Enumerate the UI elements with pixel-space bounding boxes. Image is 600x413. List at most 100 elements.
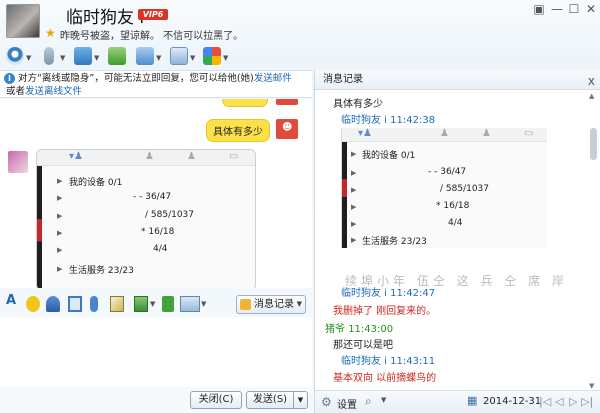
history-entry-header: 临时狗友 i 11:42:38 bbox=[341, 111, 435, 126]
scroll-up-icon[interactable]: ▲ bbox=[589, 92, 594, 100]
expand-arrow-icon: ▶ bbox=[351, 236, 357, 244]
screen-share-icon[interactable] bbox=[108, 47, 126, 65]
folder-transfer-icon[interactable] bbox=[74, 47, 92, 65]
remote-assist-icon[interactable] bbox=[136, 47, 154, 65]
video-call-icon[interactable] bbox=[6, 47, 24, 65]
send-button[interactable]: 发送(S) bbox=[246, 391, 294, 409]
self-avatar[interactable]: ☻ bbox=[276, 119, 298, 139]
group-icon: ♟ bbox=[145, 151, 154, 162]
screenshot-row: 4/4 bbox=[448, 218, 463, 228]
expand-arrow-icon: ▶ bbox=[57, 265, 63, 273]
chevron-down-icon[interactable]: ▼ bbox=[223, 54, 228, 62]
message-history-label: 消息记录 bbox=[254, 299, 294, 310]
calendar-icon[interactable]: ▦ bbox=[467, 394, 477, 407]
microphone-icon[interactable] bbox=[44, 47, 54, 65]
next-page-icon[interactable]: ▷ bbox=[569, 395, 577, 408]
self-avatar[interactable] bbox=[276, 99, 298, 105]
info-icon: i bbox=[4, 73, 15, 84]
vip-badge[interactable]: VIP6 bbox=[138, 9, 168, 20]
gear-icon[interactable]: ⚙ bbox=[321, 395, 332, 409]
chevron-down-icon[interactable]: ▼ bbox=[201, 300, 206, 308]
history-entry-header: 临时狗友 i 11:43:11 bbox=[341, 352, 435, 367]
notice-text: 或者 bbox=[6, 86, 26, 97]
sender-name: 临时狗友 i bbox=[341, 115, 387, 126]
history-date[interactable]: 2014-12-31 bbox=[483, 396, 541, 407]
history-message: 基本双向 以前摘蝶鸟的 bbox=[333, 373, 437, 384]
discussion-icon: ♟ bbox=[187, 151, 196, 162]
expand-arrow-icon: ▶ bbox=[351, 169, 357, 177]
close-button[interactable]: 关闭(C) bbox=[190, 391, 242, 409]
minimize-icon[interactable]: — bbox=[549, 2, 565, 16]
history-screenshot-image[interactable]: ▾♟ ♟ ♟ ▭ ▶ 我的设备 0/1 ▶ - - 36/47 ▶ / 585/… bbox=[341, 128, 547, 248]
screenshot-tabstrip: ▾♟ ♟ ♟ ▭ bbox=[37, 150, 255, 166]
sender-name: 猪爷 bbox=[325, 324, 345, 335]
screenshot-tool-icon[interactable] bbox=[180, 296, 200, 312]
edit-note-icon[interactable] bbox=[110, 296, 124, 312]
screenshot-row: 我的设备 0/1 bbox=[362, 151, 416, 161]
skin-icon[interactable]: ▣ bbox=[531, 2, 547, 16]
chevron-down-icon[interactable]: ▼ bbox=[381, 396, 386, 404]
screenshot-row: - - 36/47 bbox=[133, 192, 172, 202]
font-icon[interactable]: A bbox=[6, 293, 18, 309]
window-shake-icon[interactable] bbox=[68, 296, 82, 312]
notice-text: 对方“离线或隐身”，可能无法立即回复，您可以给他(她) bbox=[18, 73, 254, 84]
voice-message-icon[interactable] bbox=[90, 296, 98, 312]
top-toolbar: ▼ ▼ ▼ ▼ ▼ ▼ bbox=[0, 44, 312, 68]
screenshot-image[interactable]: ▾♟ ♟ ♟ ▭ ▶ 我的设备 0/1 ▶ - - 36/47 ▶ / 585/… bbox=[36, 149, 256, 288]
contact-avatar[interactable] bbox=[6, 4, 40, 38]
expand-arrow-icon: ▶ bbox=[57, 177, 63, 185]
first-page-icon[interactable]: |◁ bbox=[539, 395, 551, 408]
download-icon[interactable] bbox=[162, 296, 174, 312]
send-mail-link[interactable]: 发送邮件 bbox=[254, 73, 292, 84]
history-message: 具体有多少 bbox=[333, 99, 383, 110]
history-title: 消息记录 bbox=[323, 74, 363, 85]
star-icon: ★ bbox=[45, 26, 56, 40]
chevron-down-icon[interactable]: ▼ bbox=[60, 54, 65, 62]
message-input[interactable] bbox=[0, 317, 312, 387]
chevron-down-icon[interactable]: ▼ bbox=[156, 54, 161, 62]
expand-arrow-icon: ▶ bbox=[351, 220, 357, 228]
recent-icon: ▭ bbox=[524, 128, 534, 139]
history-scrollbar[interactable]: ▲ ▼ bbox=[587, 92, 599, 390]
scrollbar-thumb[interactable] bbox=[590, 128, 597, 160]
search-icon[interactable]: ⌕ bbox=[365, 394, 372, 409]
chevron-down-icon[interactable]: ▼ bbox=[94, 54, 99, 62]
chat-message-area[interactable]: 具体有多少 ☻ ▾♟ ♟ ♟ ▭ ▶ 我的设备 0/1 ▶ - - 36/47 … bbox=[0, 99, 312, 288]
screenshot-row: / 585/1037 bbox=[440, 184, 490, 194]
chevron-down-icon[interactable]: ▼ bbox=[190, 54, 195, 62]
settings-label[interactable]: 设置 bbox=[337, 396, 357, 411]
message-bubble bbox=[222, 99, 268, 107]
maximize-icon[interactable]: ☐ bbox=[566, 2, 582, 16]
magic-icon[interactable] bbox=[46, 296, 60, 312]
screenshot-row: - - 36/47 bbox=[428, 167, 467, 177]
chevron-down-icon[interactable]: ▼ bbox=[150, 300, 155, 308]
history-title-bar: 消息记录 x bbox=[315, 70, 600, 90]
notice-line-2: 或者发送离线文件 bbox=[6, 85, 82, 98]
screenshot-row: 4/4 bbox=[153, 244, 168, 254]
screenshot-row: / 585/1037 bbox=[145, 210, 195, 220]
close-icon[interactable]: x bbox=[588, 72, 595, 91]
last-page-icon[interactable]: ▷| bbox=[581, 395, 593, 408]
chevron-down-icon[interactable]: ▼ bbox=[297, 296, 302, 313]
screenshot-row: 我的设备 0/1 bbox=[69, 178, 123, 188]
send-offline-file-link[interactable]: 发送离线文件 bbox=[25, 86, 82, 97]
send-options-dropdown[interactable]: ▼ bbox=[293, 391, 308, 409]
prev-page-icon[interactable]: ◁ bbox=[555, 395, 563, 408]
expand-arrow-icon: ▶ bbox=[351, 203, 357, 211]
peer-avatar[interactable] bbox=[8, 151, 28, 173]
message-time: 11:42:38 bbox=[390, 115, 436, 126]
chevron-down-icon[interactable]: ▼ bbox=[26, 54, 31, 62]
sender-name: 临时狗友 i bbox=[341, 356, 387, 367]
contacts-icon: ▾♟ bbox=[69, 151, 83, 162]
scroll-down-icon[interactable]: ▼ bbox=[589, 382, 594, 390]
message-history-button[interactable]: 消息记录 ▼ bbox=[236, 295, 306, 314]
close-window-icon[interactable]: ✕ bbox=[583, 2, 599, 16]
image-icon[interactable] bbox=[134, 296, 148, 312]
app-window-icon[interactable] bbox=[170, 47, 188, 65]
screenshot-tabstrip: ▾♟ ♟ ♟ ▭ bbox=[342, 128, 547, 142]
emoji-icon[interactable] bbox=[26, 296, 40, 312]
screenshot-row: 生活服务 23/23 bbox=[362, 237, 427, 247]
contact-signature: 昨晚号被盗，望谅解。 不信可以拉黑了。 bbox=[60, 31, 244, 42]
contact-name[interactable]: 临时狗友 i bbox=[66, 3, 144, 28]
apps-grid-icon[interactable] bbox=[203, 47, 221, 65]
